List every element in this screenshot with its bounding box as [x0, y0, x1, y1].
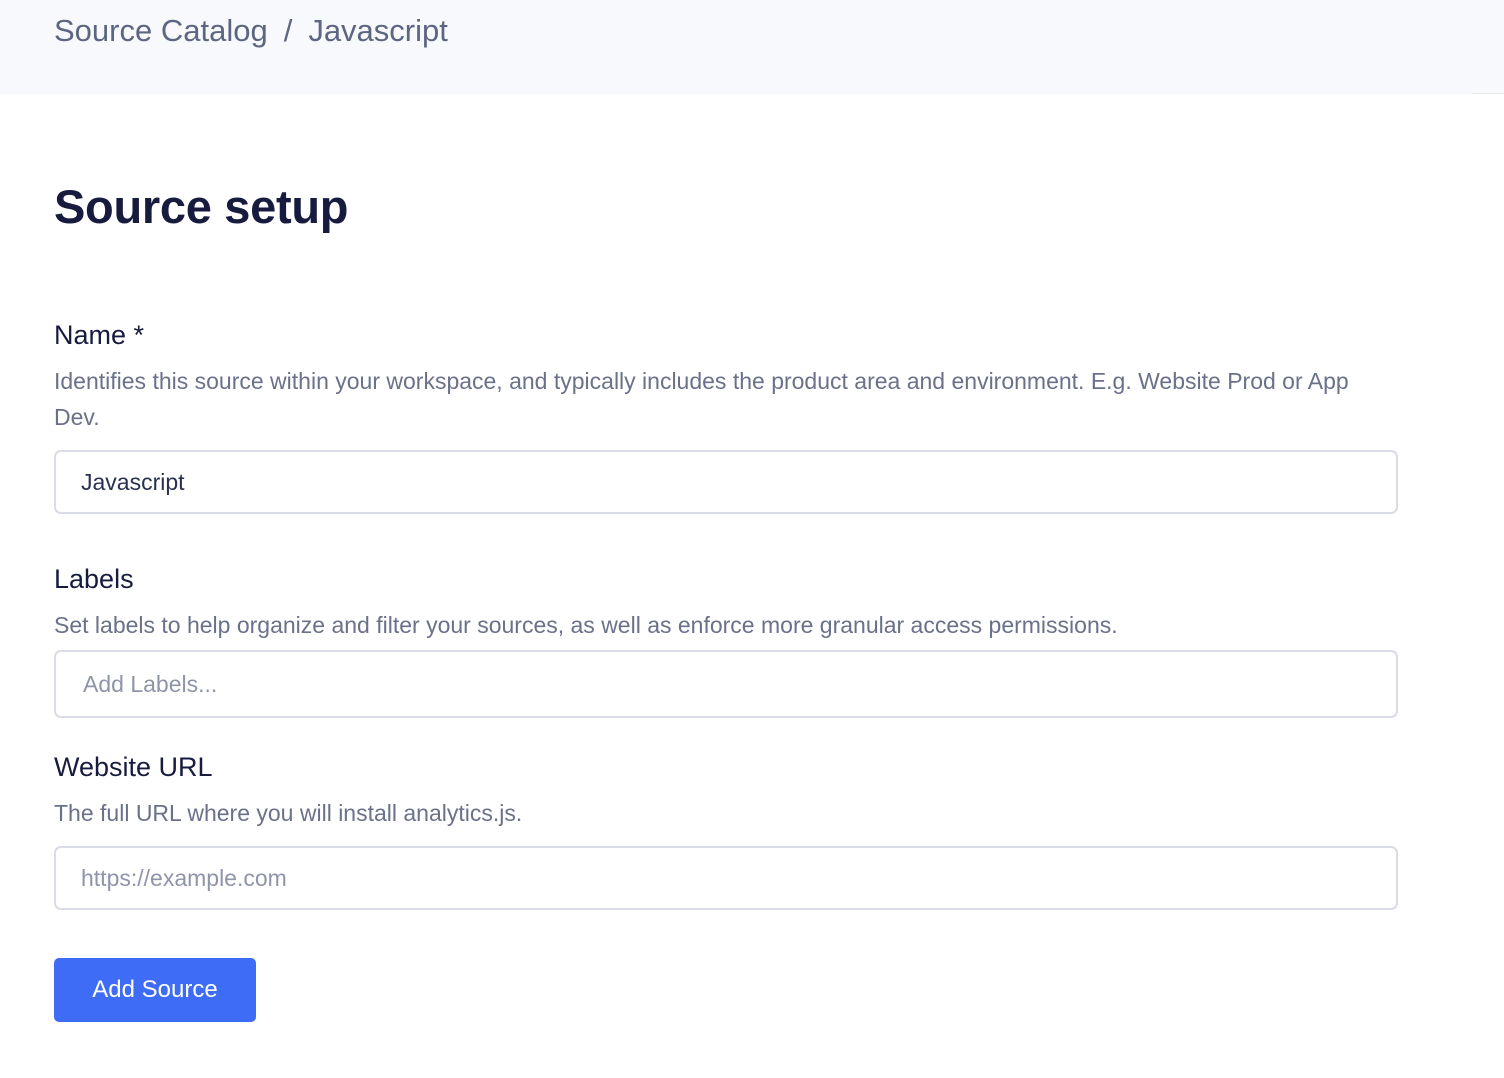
name-field-help: Identifies this source within your works…	[54, 368, 1349, 430]
website-url-input[interactable]	[54, 846, 1398, 910]
name-field-label: Name *	[54, 320, 145, 350]
top-header: Source Catalog / Javascript	[0, 0, 1504, 94]
labels-input[interactable]	[54, 650, 1398, 718]
breadcrumb-source-catalog-link[interactable]: Source Catalog	[54, 12, 268, 50]
name-input[interactable]	[54, 450, 1398, 514]
breadcrumb-current-page: Javascript	[308, 13, 448, 48]
add-source-button[interactable]: Add Source	[54, 958, 256, 1022]
page-title: Source setup	[54, 180, 349, 233]
breadcrumb-separator: /	[283, 13, 293, 48]
header-divider	[1472, 93, 1504, 94]
labels-field-label: Labels	[54, 564, 134, 594]
website-url-field-label: Website URL	[54, 752, 213, 782]
breadcrumb: Source Catalog / Javascript	[54, 12, 448, 50]
labels-field-help: Set labels to help organize and filter y…	[54, 612, 1118, 638]
website-url-field-help: The full URL where you will install anal…	[54, 800, 523, 826]
